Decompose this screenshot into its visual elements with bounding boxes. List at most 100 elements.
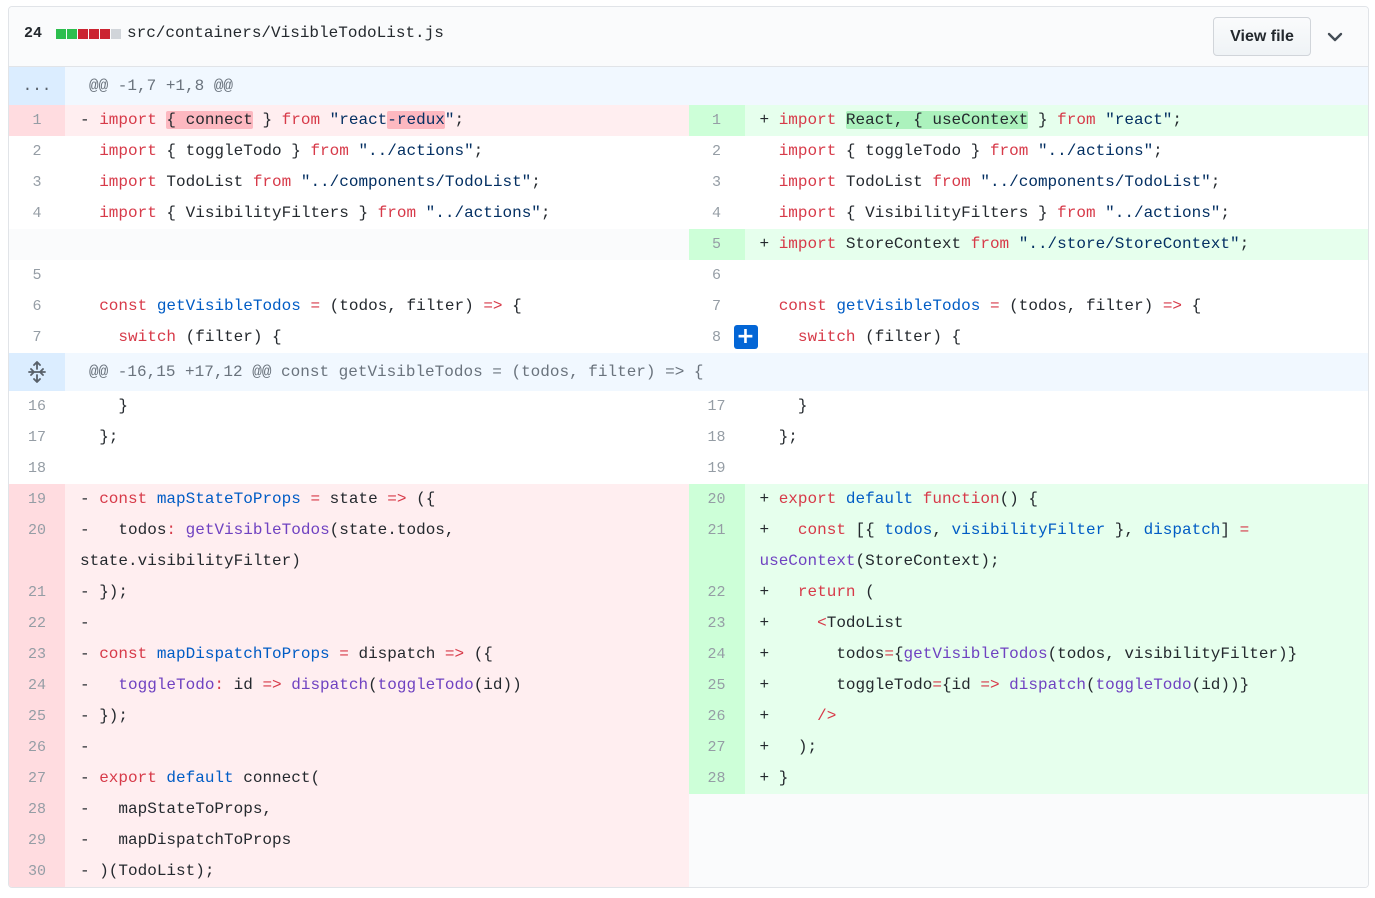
line-number[interactable]: 20 xyxy=(688,484,745,515)
line-code xyxy=(65,453,689,484)
line-code xyxy=(745,260,1369,291)
line-number[interactable]: 19 xyxy=(689,453,745,484)
right-line: 23 + <TodoList xyxy=(688,608,1368,639)
right-line: 27 + ); xyxy=(688,732,1368,763)
line-number[interactable]: 5 xyxy=(688,229,745,260)
right-line: 21 + const [{ todos, visibilityFilter },… xyxy=(688,515,1368,577)
line-code: import { toggleTodo } from "../actions"; xyxy=(99,142,484,160)
line-code xyxy=(745,453,1369,484)
diff-row: 18 19 xyxy=(9,453,1368,484)
line-number[interactable]: 29 xyxy=(9,825,65,856)
line-number[interactable]: 26 xyxy=(9,732,65,763)
line-number[interactable]: 4 xyxy=(689,198,745,229)
right-line-empty xyxy=(688,856,1368,887)
diff-file: 24 src/containers/VisibleTodoList.js Vie… xyxy=(8,6,1369,888)
line-number[interactable]: 7 xyxy=(689,291,745,322)
chevron-down-icon[interactable] xyxy=(1325,27,1345,47)
line-number[interactable]: 18 xyxy=(689,422,745,453)
left-line: 18 xyxy=(9,453,689,484)
file-path[interactable]: src/containers/VisibleTodoList.js xyxy=(127,24,444,42)
line-number[interactable]: 1 xyxy=(688,105,745,136)
line-number[interactable]: 2 xyxy=(689,136,745,167)
left-line-empty xyxy=(9,229,689,260)
expand-icon[interactable] xyxy=(9,353,65,391)
line-number[interactable]: 25 xyxy=(688,670,745,701)
right-line: 8 + switch (filter) { xyxy=(688,322,1368,353)
line-number[interactable]: 18 xyxy=(9,453,65,484)
right-line: 22 + return ( xyxy=(688,577,1368,608)
diffstat-block xyxy=(111,29,121,39)
line-code: - }); xyxy=(65,701,689,732)
line-number[interactable]: 30 xyxy=(9,856,65,887)
left-line: 26 - xyxy=(9,732,689,763)
line-number[interactable]: 20 xyxy=(9,515,65,577)
line-code: - mapStateToProps, xyxy=(65,794,689,825)
line-number[interactable]: 25 xyxy=(9,701,65,732)
line-number[interactable]: 4 xyxy=(9,198,65,229)
line-number[interactable]: 22 xyxy=(688,577,745,608)
right-line: 1 + import React, { useContext } from "r… xyxy=(688,105,1368,136)
line-number[interactable]: 3 xyxy=(689,167,745,198)
line-number[interactable]: 7 xyxy=(9,322,65,353)
left-line: 30 - )(TodoList); xyxy=(9,856,689,887)
line-number[interactable]: 19 xyxy=(9,484,65,515)
line-number[interactable]: 26 xyxy=(688,701,745,732)
line-number[interactable]: 28 xyxy=(688,763,745,794)
right-line: 6 xyxy=(688,260,1369,291)
line-code: + toggleTodo={id => dispatch(toggleTodo(… xyxy=(744,670,1368,701)
file-header: 24 src/containers/VisibleTodoList.js Vie… xyxy=(9,7,1368,67)
diff-row: 24 - toggleTodo: id => dispatch(toggleTo… xyxy=(9,670,1368,701)
left-line: 19 - const mapStateToProps = state => ({ xyxy=(9,484,689,515)
line-code: switch (filter) { xyxy=(797,328,962,346)
line-code: import TodoList from "../components/Todo… xyxy=(778,173,1221,191)
right-line: 18 }; xyxy=(688,422,1368,453)
line-number[interactable]: 2 xyxy=(9,136,65,167)
line-number[interactable]: 28 xyxy=(9,794,65,825)
line-number[interactable]: 23 xyxy=(688,608,745,639)
diffstat-block xyxy=(78,29,88,39)
right-line: 20 + export default function() { xyxy=(688,484,1368,515)
left-line: 1 - import { connect } from "react-redux… xyxy=(9,105,689,136)
line-number[interactable]: 22 xyxy=(9,608,65,639)
right-line: 24 + todos={getVisibleTodos(todos, visib… xyxy=(688,639,1368,670)
diff-row: 28 - mapStateToProps, xyxy=(9,794,1368,825)
line-number[interactable]: 6 xyxy=(9,291,65,322)
line-number[interactable]: 27 xyxy=(9,763,65,794)
line-code: const getVisibleTodos = (todos, filter) … xyxy=(778,297,1202,315)
line-number[interactable]: 27 xyxy=(688,732,745,763)
line-number[interactable]: 17 xyxy=(689,391,745,422)
diff-table: ... @@ -1,7 +1,8 @@ 1 - import { connect… xyxy=(9,67,1368,887)
line-code: import { VisibilityFilters } from "../ac… xyxy=(778,204,1230,222)
line-number[interactable]: 16 xyxy=(9,391,65,422)
expand-up-button[interactable]: ... xyxy=(9,67,65,105)
line-number[interactable]: 21 xyxy=(9,577,65,608)
diff-row: 5 6 xyxy=(9,260,1368,291)
line-code: + <TodoList xyxy=(744,608,1368,639)
line-number[interactable]: 1 xyxy=(9,105,65,136)
diff-row: 23 - const mapDispatchToProps = dispatch… xyxy=(9,639,1368,670)
diffstat-block xyxy=(56,29,66,39)
line-number[interactable]: 24 xyxy=(688,639,745,670)
line-number[interactable]: 21 xyxy=(688,515,745,577)
line-code: } xyxy=(80,397,129,415)
line-number[interactable]: 5 xyxy=(9,260,65,291)
left-line: 29 - mapDispatchToProps xyxy=(9,825,689,856)
line-code: - export default connect( xyxy=(65,763,689,794)
view-file-button[interactable]: View file xyxy=(1213,17,1311,56)
line-number[interactable]: 23 xyxy=(9,639,65,670)
line-code: - mapDispatchToProps xyxy=(65,825,689,856)
line-number[interactable]: 6 xyxy=(689,260,745,291)
diff-row: 26 - 27 + ); xyxy=(9,732,1368,763)
diff-row: 4 import { VisibilityFilters } from "../… xyxy=(9,198,1368,229)
line-number[interactable]: 24 xyxy=(9,670,65,701)
diff-row: 5 + import StoreContext from "../store/S… xyxy=(9,229,1368,260)
line-number[interactable]: 3 xyxy=(9,167,65,198)
line-code: - todos: getVisibleTodos(state.todos, st… xyxy=(65,515,689,577)
line-number-empty xyxy=(688,825,745,856)
left-line: 4 import { VisibilityFilters } from "../… xyxy=(9,198,689,229)
line-number[interactable]: 17 xyxy=(9,422,65,453)
left-line: 25 - }); xyxy=(9,701,689,732)
line-code: const getVisibleTodos = (todos, filter) … xyxy=(99,297,522,315)
diffstat-block xyxy=(67,29,77,39)
diff-row: 7 switch (filter) { 8 + switch (filter) … xyxy=(9,322,1368,353)
